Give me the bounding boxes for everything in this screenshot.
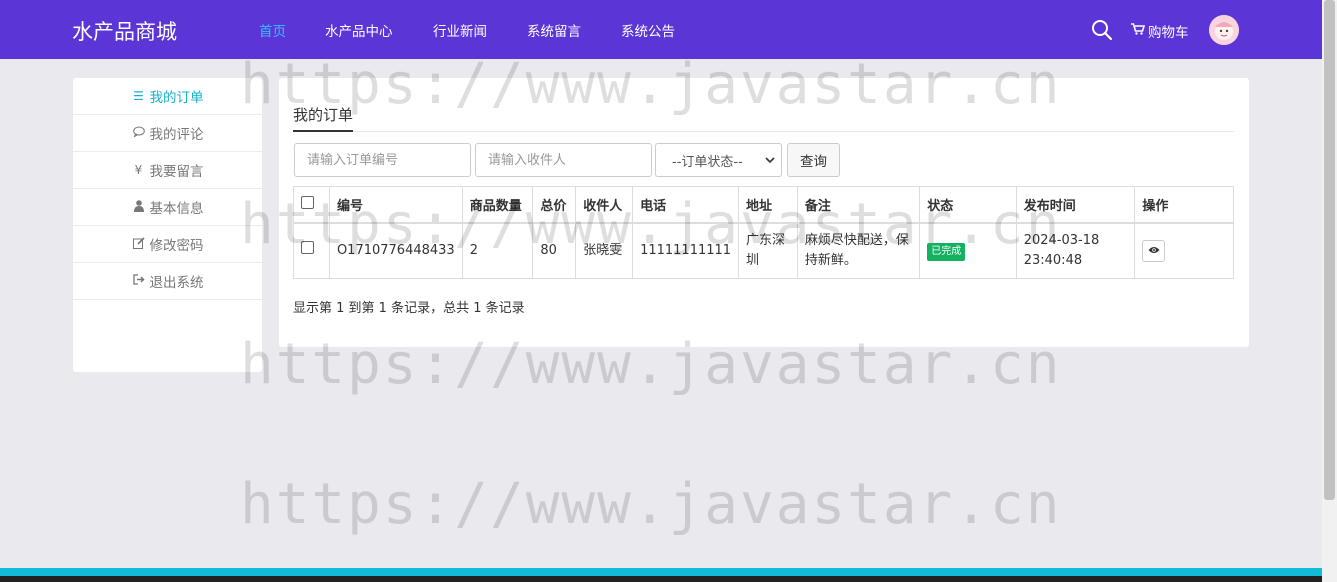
orders-panel: 我的订单 --订单状态-- 查询 编号 商品数量 总价 收件人 电话 地址 备注… [279,78,1249,347]
sidebar-item-label: 我要留言 [149,164,204,180]
title-divider [293,131,1234,132]
order-status-selected: --订单状态-- [672,154,743,170]
sidebar-item-label: 我的评论 [149,127,204,143]
header-time: 发布时间 [1015,186,1136,223]
cell-phone: 11111111111 [632,222,740,279]
cart-button[interactable]: 购物车 [1131,21,1189,41]
nav-item-news[interactable]: 行业新闻 [433,20,487,40]
page-title: 我的订单 [293,106,354,124]
watermark: https://www.javastar.cn [240,472,1062,537]
pagination-summary: 显示第 1 到第 1 条记录，总共 1 条记录 [293,301,525,316]
cart-icon [1131,23,1146,39]
scrollbar-thumb[interactable] [1324,0,1335,500]
row-select-cell [293,222,330,279]
sidebar-item-label: 我的订单 [149,90,204,106]
query-button[interactable]: 查询 [787,143,840,177]
comment-icon [132,126,146,140]
receiver-input[interactable] [475,143,652,177]
user-icon [132,199,146,215]
sidebar-item-label: 修改密码 [149,238,204,254]
title-underline [293,130,353,132]
sidebar-item-basic-info[interactable]: 基本信息 [73,189,262,226]
nav-item-notices[interactable]: 系统公告 [621,20,675,40]
list-icon: ☰ [133,89,144,103]
nav-item-messages[interactable]: 系统留言 [527,20,581,40]
cell-remark: 麻烦尽快配送，保持新鲜。 [796,222,921,279]
cart-label: 购物车 [1148,25,1189,41]
page-scrollbar[interactable] [1322,0,1337,582]
cell-actions [1134,222,1234,279]
top-navbar: 水产品商城 首页 水产品中心 行业新闻 系统留言 系统公告 购物车 [0,0,1322,59]
cell-receiver: 张晓雯 [575,222,634,279]
search-icon[interactable] [1091,19,1113,41]
sidebar-item-label: 退出系统 [149,275,204,291]
cell-address: 广东深圳 [738,222,798,279]
sidebar-item-label: 基本信息 [149,201,204,217]
select-all-header [293,186,330,223]
header-remark: 备注 [796,186,921,223]
sidebar-item-change-password[interactable]: 修改密码 [73,226,262,263]
sign-out-icon [132,274,146,288]
footer-bar [0,568,1322,582]
site-brand[interactable]: 水产品商城 [72,16,177,46]
yen-icon: ¥ [134,163,143,177]
row-checkbox[interactable] [301,240,314,254]
header-status: 状态 [919,186,1017,223]
cell-time: 2024-03-18 23:40:48 [1015,222,1136,279]
header-order-id: 编号 [328,186,463,223]
table-header-row: 编号 商品数量 总价 收件人 电话 地址 备注 状态 发布时间 操作 [293,186,1234,223]
cell-qty: 2 [461,222,534,279]
header-receiver: 收件人 [575,186,634,223]
edit-icon [132,236,146,252]
header-actions: 操作 [1134,186,1234,223]
header-phone: 电话 [632,186,740,223]
order-status-select[interactable]: --订单状态-- [655,143,782,177]
nav-item-products[interactable]: 水产品中心 [325,20,393,40]
cell-total: 80 [532,222,577,279]
sidebar-item-my-comments[interactable]: 我的评论 [73,115,262,152]
orders-table: 编号 商品数量 总价 收件人 电话 地址 备注 状态 发布时间 操作 O1710… [293,186,1234,279]
sidebar-item-logout[interactable]: 退出系统 [73,263,262,300]
status-badge: 已完成 [927,242,966,261]
cell-status: 已完成 [919,222,1017,279]
cell-order-id: O1710776448433 [328,222,463,279]
avatar[interactable] [1209,15,1239,45]
user-sidebar: ☰ 我的订单 我的评论 ¥ 我要留言 基本信息 修改密码 退出系统 [73,78,262,372]
header-address: 地址 [738,186,798,223]
view-button[interactable] [1142,239,1166,262]
header-total: 总价 [532,186,577,223]
footer-dark-strip [0,576,1322,582]
order-number-input[interactable] [294,143,471,177]
sidebar-item-leave-message[interactable]: ¥ 我要留言 [73,152,262,189]
nav-item-home[interactable]: 首页 [259,20,286,40]
eye-icon [1148,241,1160,261]
chevron-down-icon [765,153,775,168]
sidebar-item-my-orders[interactable]: ☰ 我的订单 [73,78,262,115]
header-qty: 商品数量 [461,186,534,223]
table-row: O1710776448433 2 80 张晓雯 11111111111 广东深圳… [293,222,1234,279]
select-all-checkbox[interactable] [301,195,314,209]
